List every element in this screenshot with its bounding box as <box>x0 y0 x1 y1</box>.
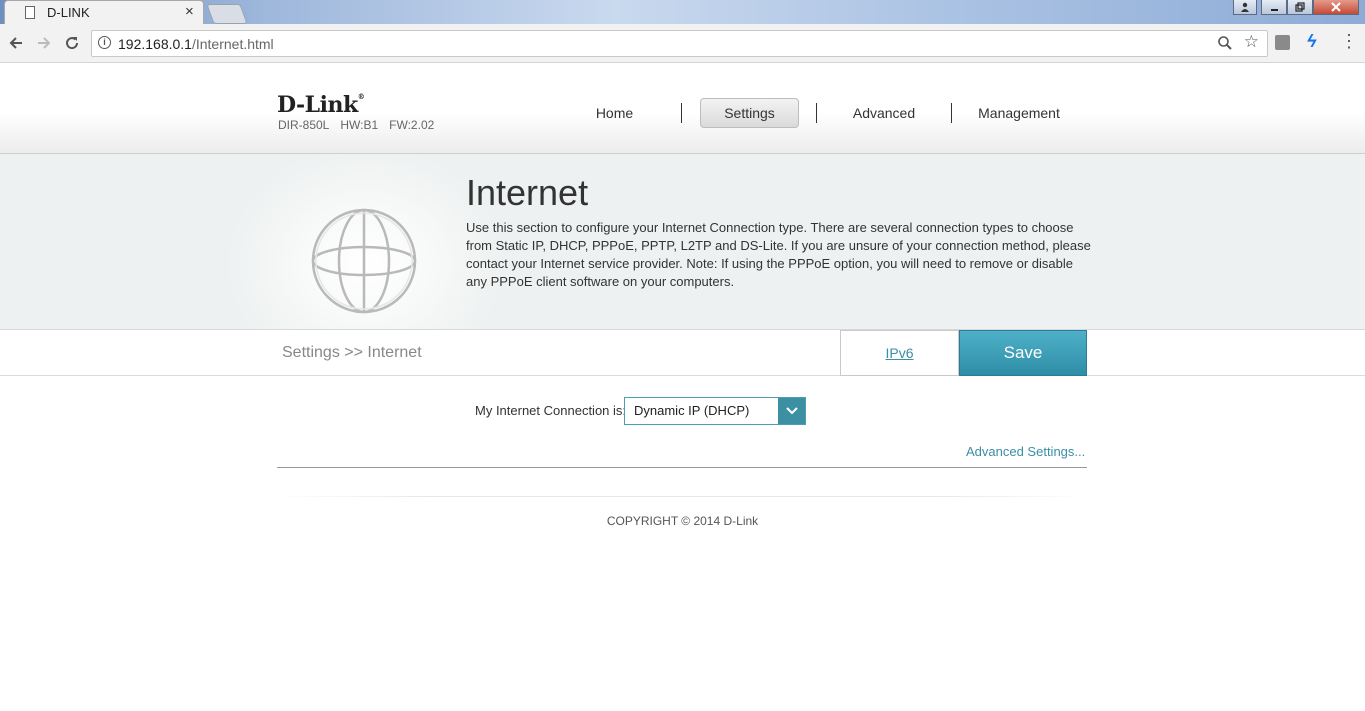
minimize-button[interactable] <box>1261 0 1287 15</box>
nav-separator <box>951 103 952 123</box>
connection-type-label: My Internet Connection is: <box>475 403 627 418</box>
device-info: DIR-850L HW:B1 FW:2.02 <box>278 118 445 132</box>
address-bar[interactable]: i 192.168.0.1/Internet.html ☆ <box>91 30 1268 57</box>
chevron-down-icon[interactable] <box>778 398 805 424</box>
firmware-version: FW:2.02 <box>389 118 435 132</box>
nav-settings[interactable]: Settings <box>700 98 799 128</box>
dlink-logo: D-Link® <box>277 92 365 118</box>
hardware-version: HW:B1 <box>340 118 379 132</box>
action-bar: Settings >> Internet IPv6 Save <box>0 330 1365 376</box>
nav-management[interactable]: Management <box>969 98 1069 128</box>
page-header: D-Link® DIR-850L HW:B1 FW:2.02 Home Settin… <box>0 63 1365 154</box>
window-controls <box>1233 0 1359 16</box>
globe-icon <box>310 207 418 320</box>
page-icon <box>25 6 35 19</box>
page-description: Use this section to configure your Inter… <box>466 220 1091 289</box>
forward-arrow-icon[interactable] <box>32 31 56 55</box>
section-banner: Internet Use this section to configure y… <box>0 154 1365 330</box>
save-button[interactable]: Save <box>959 330 1087 376</box>
copyright-text: COPYRIGHT © 2014 D-Link <box>606 514 759 528</box>
divider <box>277 467 1087 468</box>
tab-title: D-LINK <box>47 5 90 20</box>
router-page: D-Link® DIR-850L HW:B1 FW:2.02 Home Settin… <box>0 63 1365 711</box>
nav-advanced[interactable]: Advanced <box>834 98 934 128</box>
connection-type-select[interactable]: Dynamic IP (DHCP) <box>624 397 806 425</box>
advanced-settings-link[interactable]: Advanced Settings... <box>966 444 1085 459</box>
model-name: DIR-850L <box>278 118 330 132</box>
back-arrow-icon[interactable] <box>4 31 28 55</box>
browser-tab[interactable]: D-LINK × <box>4 0 204 24</box>
star-icon[interactable]: ☆ <box>1244 32 1259 52</box>
nav-separator <box>681 103 682 123</box>
user-icon[interactable] <box>1233 0 1257 15</box>
browser-toolbar: i 192.168.0.1/Internet.html ☆ ϟ ⋮ <box>0 24 1365 63</box>
new-tab-button[interactable] <box>206 4 248 24</box>
info-icon[interactable]: i <box>98 36 111 49</box>
extension-icon[interactable] <box>1275 35 1290 50</box>
browser-titlebar: D-LINK × <box>0 0 1365 24</box>
url-text: 192.168.0.1/Internet.html <box>118 36 274 52</box>
breadcrumb: Settings >> Internet <box>282 344 422 361</box>
page-title: Internet <box>466 172 589 213</box>
tab-close-icon[interactable]: × <box>185 4 194 20</box>
nav-home[interactable]: Home <box>562 98 667 128</box>
extension-lightning-icon[interactable]: ϟ <box>1307 31 1317 52</box>
reload-icon[interactable] <box>60 31 84 55</box>
browser-menu-icon[interactable]: ⋮ <box>1340 31 1358 52</box>
footer-divider <box>277 496 1087 497</box>
ipv6-link[interactable]: IPv6 <box>840 330 959 376</box>
search-icon[interactable] <box>1217 35 1233 56</box>
close-window-button[interactable] <box>1313 0 1359 15</box>
nav-separator <box>816 103 817 123</box>
restore-button[interactable] <box>1287 0 1313 15</box>
connection-type-value: Dynamic IP (DHCP) <box>634 403 750 418</box>
